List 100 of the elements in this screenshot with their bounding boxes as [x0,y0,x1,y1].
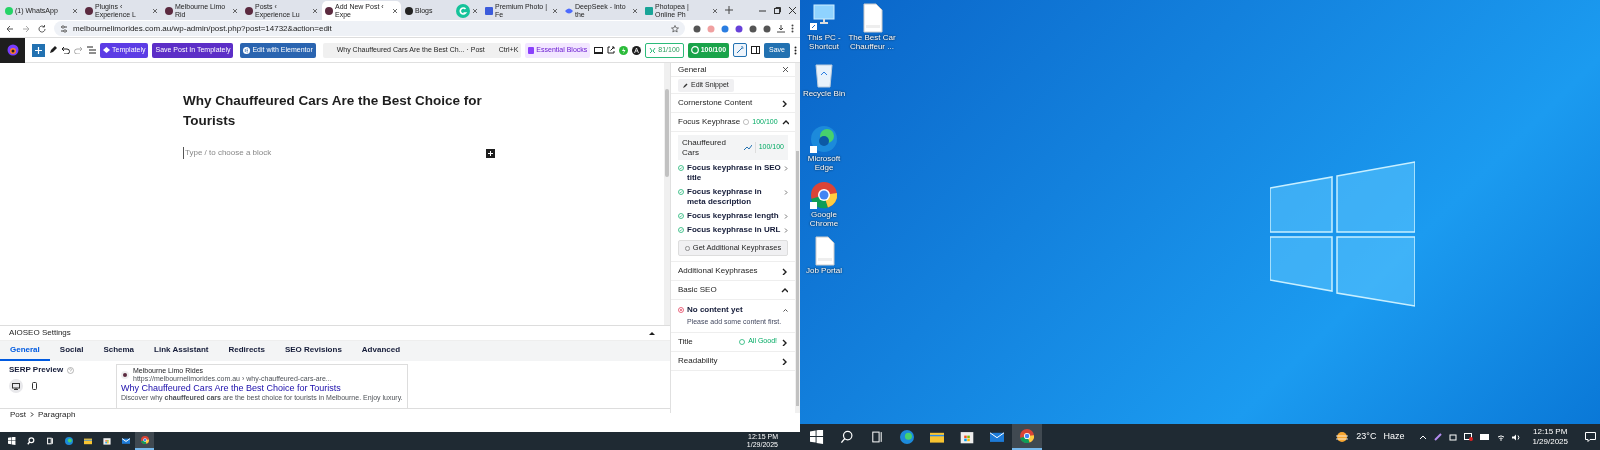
breadcrumb-item[interactable]: Post [10,408,26,421]
magic-wand-button[interactable] [733,43,748,57]
breadcrumb-item[interactable]: Paragraph [38,408,76,421]
desktop-icon-label[interactable]: Job Portal [800,266,848,275]
check-label[interactable]: Focus keyphrase in meta description [687,187,781,207]
section-header[interactable]: Basic SEO [678,284,717,296]
browser-swirl-icon [900,430,914,444]
desktop-icon-label[interactable]: The Best Car Chauffeur ... [848,33,896,51]
close-icon[interactable] [392,7,398,14]
wifi-icon[interactable] [1497,433,1506,441]
phone-icon [31,382,37,390]
new-tab-icon[interactable] [725,6,733,14]
chevron-up-icon[interactable] [780,286,788,294]
post-title[interactable]: Why Chauffeured Cars Are the Best Choice for Tourists [183,91,483,131]
elementor-icon [243,46,251,54]
folder-icon [83,437,92,445]
close-icon[interactable] [472,7,478,14]
settings-tab[interactable]: Schema [93,341,145,361]
check-label[interactable]: No content yet [687,304,780,316]
clock-date: 1/29/2025 [1532,437,1568,447]
desktop-preview-button[interactable] [9,379,23,393]
battery-icon[interactable] [1480,434,1491,440]
section-header[interactable]: Focus Keyphrase [678,116,741,128]
undo-icon[interactable] [61,46,70,54]
chevron-right-icon[interactable] [780,99,788,107]
add-block-button[interactable] [486,148,495,158]
section-header[interactable]: Cornerstone Content [678,97,753,109]
panel-title: General [678,63,708,76]
caret-icon[interactable] [649,330,655,336]
close-icon[interactable] [72,7,78,14]
chevron-right-icon[interactable] [780,267,788,275]
settings-tab[interactable]: SEO Revisions [274,341,352,361]
menu-icon[interactable] [791,24,794,33]
settings-tab[interactable]: Link Assistant [144,341,219,361]
close-icon[interactable] [312,7,318,14]
panel-title: AIOSEO Settings [9,327,72,339]
close-icon[interactable] [783,67,788,72]
desktop-preview-icon[interactable] [594,46,604,54]
close-icon[interactable] [552,7,558,14]
chevron-right-icon[interactable] [780,356,788,365]
site-favicon-icon [5,6,13,15]
close-icon[interactable] [232,7,238,14]
reload-icon[interactable] [38,24,46,33]
site-favicon-icon [645,6,653,15]
desktop-icon-label[interactable]: Microsoft Edge [800,154,848,172]
external-link-icon[interactable] [607,46,616,54]
section-header[interactable]: Title [678,335,693,348]
score-ring-icon [690,46,699,54]
bookmark-star-icon[interactable] [671,24,679,33]
chrome-icon [140,436,149,444]
settings-tab[interactable]: Redirects [218,341,275,361]
pen-icon[interactable] [49,46,57,54]
chevron-up-icon[interactable] [783,308,788,312]
speaker-icon[interactable] [1512,433,1522,441]
list-view-icon[interactable] [87,46,96,54]
site-favicon-icon [485,6,493,15]
chrome-icon [1020,429,1034,443]
section-header[interactable]: Additional Keyphrases [678,265,758,277]
block-placeholder[interactable]: Type / to choose a block [183,147,272,159]
browser-swirl-icon [64,437,73,445]
check-label[interactable]: Focus keyphrase in URL [687,225,781,235]
temperature-text: 23°C [1356,430,1377,444]
settings-tab[interactable]: General [0,341,50,361]
chrome-icon[interactable] [808,180,840,210]
search-icon [26,437,35,445]
minimize-icon[interactable] [759,7,766,14]
preview-title[interactable]: Why Chauffeured Cars Are the Best Choice for Tourists [121,383,403,394]
browser-swirl-icon[interactable] [808,124,840,154]
windows-start-icon [7,437,16,445]
scrollbar-thumb[interactable] [796,151,799,406]
chevron-up-icon[interactable] [780,118,789,126]
section-header[interactable]: Readability [678,354,718,367]
notification-icon[interactable] [1585,432,1596,442]
restore-icon[interactable] [774,7,781,14]
check-label[interactable]: Focus keyphrase length [687,211,781,221]
settings-tab[interactable]: Advanced [351,341,411,361]
more-options-icon[interactable] [794,45,797,55]
desktop-icon-label[interactable]: This PC - Shortcut [800,33,848,51]
back-icon[interactable] [6,24,14,33]
site-favicon-icon [565,6,573,15]
download-icon[interactable] [777,24,785,33]
recording-icon[interactable] [1464,433,1474,441]
desktop-icon-label[interactable]: Google Chrome [800,210,848,228]
site-logo[interactable] [0,37,25,63]
chrome-button[interactable] [1012,424,1042,450]
desktop-icon-label[interactable]: Recycle Bin [800,89,848,98]
keyphrase-text: Chauffeured Cars [682,137,727,158]
close-icon[interactable] [789,7,796,14]
sun-haze-icon [1335,431,1350,443]
chevron-right-icon[interactable] [780,337,788,346]
close-icon[interactable] [632,7,638,14]
sidebar-toggle-icon[interactable] [751,46,761,54]
chevron-icon [30,412,34,417]
letter-a-icon[interactable] [632,45,642,55]
close-icon[interactable] [152,7,158,14]
address-bar[interactable]: melbournelimorides.com.au/wp-admin/post.php?post=14732&action=edit [54,21,685,36]
chrome-button[interactable] [135,432,154,450]
close-icon[interactable] [712,7,718,14]
settings-tab[interactable]: Social [49,341,94,361]
check-label[interactable]: Focus keyphrase in SEO title [687,163,781,183]
